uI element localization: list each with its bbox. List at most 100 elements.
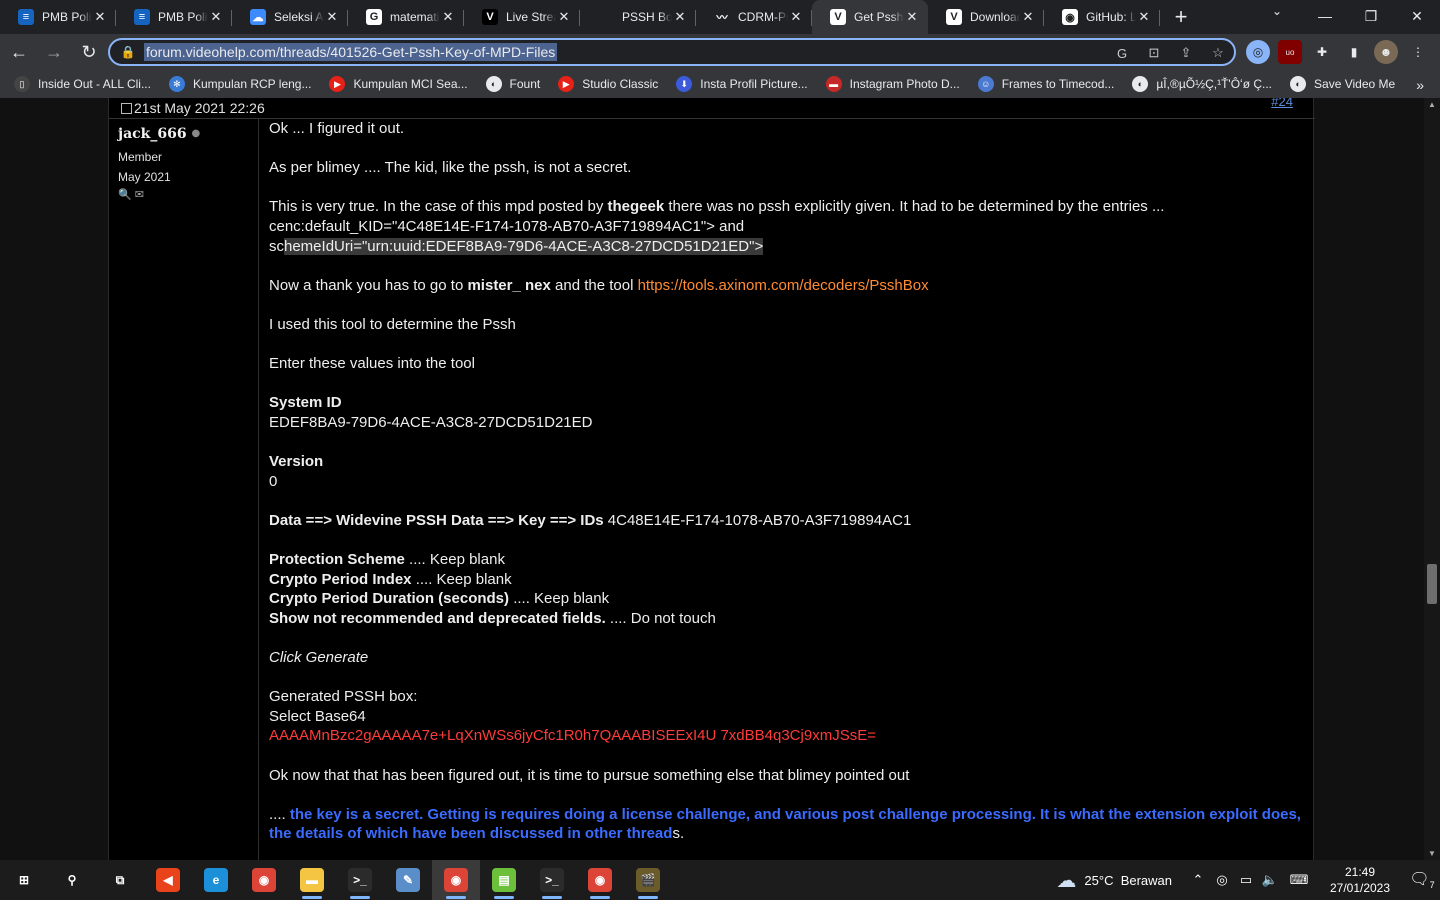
browser-tab[interactable]: ◉ GitHub: Let's✕ (1044, 0, 1160, 34)
chrome-app[interactable]: ◉ (240, 860, 288, 900)
restore-button[interactable]: ❐ (1348, 0, 1394, 32)
address-bar[interactable]: 🔒 forum.videohelp.com/threads/401526-Get… (108, 38, 1236, 66)
close-tab-icon[interactable]: ✕ (1020, 9, 1036, 25)
weather-widget[interactable]: ☁ 25°C Berawan (1056, 868, 1172, 893)
close-tab-icon[interactable]: ✕ (440, 9, 456, 25)
scroll-up-arrow-icon[interactable]: ▲ (1424, 100, 1440, 109)
author-join-date: May 2021 (118, 170, 171, 184)
bookmark-item[interactable]: ◐ Fount (485, 76, 540, 92)
bookmarks-overflow-button[interactable]: » (1416, 77, 1424, 93)
terminal-app-icon: >_ (348, 868, 372, 892)
web-page: 21st May 2021 22:26 #24 jack_666 ● Membe… (0, 98, 1424, 860)
close-tab-icon[interactable]: ✕ (672, 9, 688, 25)
puzzle-extensions-icon[interactable]: ✚ (1310, 40, 1334, 64)
editor-app-icon: ✎ (396, 868, 420, 892)
search-button[interactable]: ⚲ (48, 860, 96, 900)
chrome-app-2[interactable]: ◉ (576, 860, 624, 900)
forward-button[interactable]: → (38, 36, 70, 68)
media-app-icon: ◀ (156, 868, 180, 892)
scroll-down-arrow-icon[interactable]: ▼ (1424, 849, 1440, 858)
bookmark-item[interactable]: ⬇ Insta Profil Picture... (676, 76, 808, 92)
close-tab-icon[interactable]: ✕ (788, 9, 804, 25)
bookmark-item[interactable]: ▯ Inside Out - ALL Cli... (14, 76, 151, 92)
search-user-posts-icon[interactable]: 🔍 (118, 189, 132, 201)
share-icon[interactable]: ⇪ (1176, 43, 1196, 63)
generated-block: Generated PSSH box: Select Base64 AAAAMn… (269, 688, 876, 745)
network-icon[interactable]: ▭ (1234, 872, 1258, 888)
notification-center-button[interactable]: 🗨7 (1404, 869, 1440, 890)
extensions-area: ◎ uo ✚ ▮ ☻ ⋮ (1246, 40, 1438, 64)
terminal-app-2[interactable]: >_ (528, 860, 576, 900)
ublock-extension-icon[interactable]: uo (1278, 40, 1302, 64)
start-button[interactable]: ⊞ (0, 860, 48, 900)
close-tab-icon[interactable]: ✕ (324, 9, 340, 25)
close-tab-icon[interactable]: ✕ (92, 9, 108, 25)
close-window-button[interactable]: ✕ (1394, 0, 1440, 32)
editor-app[interactable]: ✎ (384, 860, 432, 900)
clapper-app[interactable]: 🎬 (624, 860, 672, 900)
url-text[interactable]: forum.videohelp.com/threads/401526-Get-P… (144, 43, 558, 61)
private-message-icon[interactable]: ✉ (135, 189, 144, 201)
notepad-app[interactable]: ▤ (480, 860, 528, 900)
browser-tab[interactable]: V Live Stream✕ (464, 0, 580, 34)
select-post-checkbox[interactable] (121, 103, 132, 114)
task-view-button[interactable]: ⧉ (96, 860, 144, 900)
author-name[interactable]: jack_666 ● (118, 126, 249, 142)
browser-tab[interactable]: 〰 CDRM-Project✕ (696, 0, 812, 34)
file-explorer-app[interactable]: ▬ (288, 860, 336, 900)
close-tab-icon[interactable]: ✕ (1136, 9, 1152, 25)
bookmark-item[interactable]: ◐ µÎ,®µÕ½Ç,¹Ť'Ôʻø Ç... (1132, 76, 1272, 92)
github-icon: ◉ (1062, 9, 1078, 25)
lock-icon[interactable]: 🔒 (116, 45, 140, 59)
menu-kebab-icon[interactable]: ⋮ (1406, 40, 1430, 64)
psshbox-tool-link[interactable]: https://tools.axinom.com/decoders/PsshBo… (638, 277, 929, 294)
paragraph: I used this tool to determine the Pssh (269, 315, 516, 333)
close-tab-icon[interactable]: ✕ (904, 9, 920, 25)
browser-tab[interactable]: PSSH Box✕ (580, 0, 696, 34)
bookmark-item[interactable]: ▶ Kumpulan MCI Sea... (329, 76, 468, 92)
browser-tab[interactable]: ≡ PMB Politeknik✕ (0, 0, 116, 34)
bookmark-star-icon[interactable]: ☆ (1208, 43, 1228, 63)
minimize-button[interactable]: — (1302, 0, 1348, 32)
bookmark-item[interactable]: ☺ Frames to Timecod... (977, 76, 1114, 92)
browser-tab[interactable]: V Get Pssh Key✕ (812, 0, 928, 34)
page-scrollbar[interactable]: ▲ ▼ (1424, 98, 1440, 860)
tab-title: GitHub: Let's (1086, 10, 1136, 24)
terminal-app[interactable]: >_ (336, 860, 384, 900)
base64-pssh-value: AAAAMnBzc2gAAAAA7e+LqXnWSs6jyCfc1R0h7QAA… (269, 727, 876, 745)
close-tab-icon[interactable]: ✕ (556, 9, 572, 25)
bookmark-item[interactable]: ▬ Instagram Photo D... (825, 76, 960, 92)
back-button[interactable]: ← (3, 36, 35, 68)
google-lens-icon[interactable]: G (1112, 43, 1132, 63)
chevron-up-icon[interactable]: ⌃ (1186, 872, 1210, 888)
keyboard-icon[interactable]: ⌨ (1282, 872, 1316, 888)
reload-button[interactable]: ↻ (73, 36, 105, 68)
bookmark-item[interactable]: ✻ Kumpulan RCP leng... (168, 76, 311, 92)
side-panel-icon[interactable]: ▮ (1342, 40, 1366, 64)
edge-app[interactable]: e (192, 860, 240, 900)
tab-search-button[interactable]: ⌄ (1262, 4, 1292, 26)
paragraph: Now a thank you has to go to mister_ nex… (269, 276, 929, 294)
browser-tab[interactable]: ≡ PMB Politeknik✕ (116, 0, 232, 34)
close-tab-icon[interactable]: ✕ (208, 9, 224, 25)
paragraph: Click Generate (269, 649, 369, 667)
scrollbar-thumb[interactable] (1427, 564, 1437, 604)
bookmark-item[interactable]: ◐ Save Video Me (1290, 76, 1395, 92)
profile-avatar[interactable]: ☻ (1374, 40, 1398, 64)
browser-tab[interactable]: V Download ✕ (928, 0, 1044, 34)
volume-icon[interactable]: 🔈 (1258, 872, 1282, 888)
browser-tab[interactable]: ☁ Seleksi Admin✕ (232, 0, 348, 34)
tab-title: PMB Politeknik (158, 10, 208, 24)
download-icon: ⬇ (676, 76, 693, 92)
lens-extension-icon[interactable]: ◎ (1246, 40, 1270, 64)
translate-icon[interactable]: ⊡ (1144, 43, 1164, 63)
post-number-link[interactable]: #24 (1271, 98, 1293, 109)
bookmark-label: Insta Profil Picture... (700, 77, 808, 91)
clock[interactable]: 21:49 27/01/2023 (1324, 864, 1396, 896)
chrome-profile-app[interactable]: ◉ (432, 860, 480, 900)
browser-tab[interactable]: Gmatematika✕ (348, 0, 464, 34)
new-tab-button[interactable]: + (1164, 0, 1198, 34)
webcam-icon[interactable]: ◎ (1210, 872, 1234, 888)
bookmark-item[interactable]: ▶ Studio Classic (558, 76, 658, 92)
media-app[interactable]: ◀ (144, 860, 192, 900)
